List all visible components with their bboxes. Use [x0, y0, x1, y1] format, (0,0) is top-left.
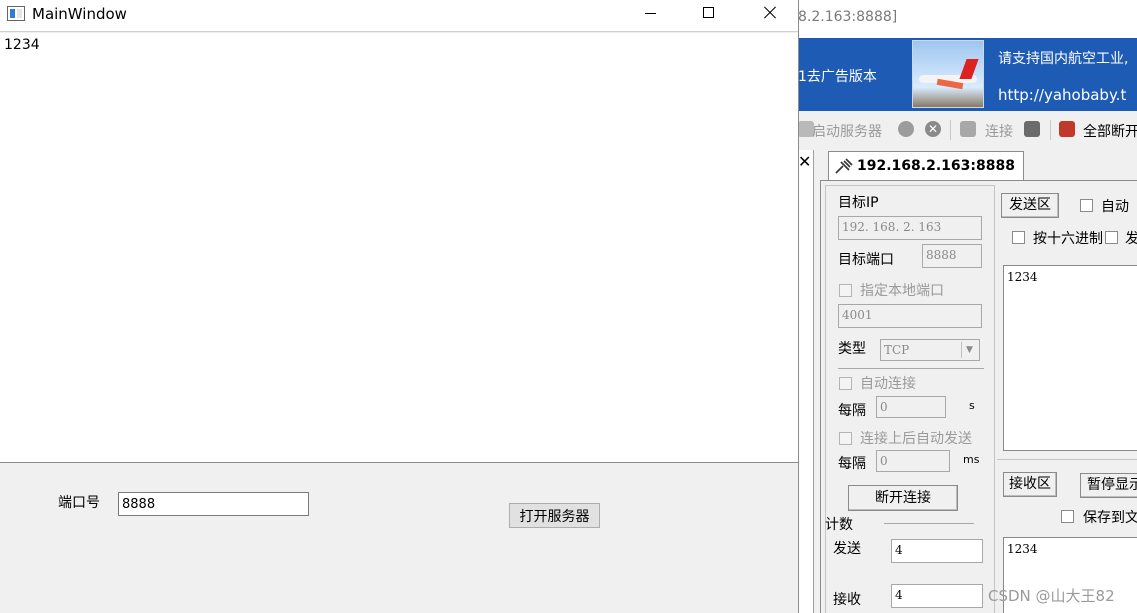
send-option-checkbox[interactable]	[1105, 231, 1118, 244]
interval-label: 每隔	[838, 403, 866, 419]
tab-label: 192.168.2.163:8888	[857, 158, 1015, 174]
title-bar[interactable]: MainWindow	[0, 0, 798, 32]
toolbar-divider	[1050, 120, 1051, 140]
divider	[884, 523, 974, 524]
auto-send-area-checkbox[interactable]	[1080, 199, 1093, 212]
plug-icon	[835, 158, 853, 174]
auto-connect-label: 自动连接	[860, 376, 916, 392]
target-ip-field[interactable]: 192. 168. 2. 163	[838, 216, 982, 240]
auto-send-label: 连接上后自动发送	[860, 431, 972, 447]
local-port-label: 指定本地端口	[860, 283, 944, 299]
divider	[838, 368, 984, 369]
close-button[interactable]	[740, 0, 798, 32]
window-title: MainWindow	[32, 5, 127, 23]
type-label: 类型	[838, 341, 866, 357]
local-port-field[interactable]: 4001	[838, 304, 982, 328]
port-label: 端口号	[58, 495, 100, 511]
port-input[interactable]	[118, 492, 309, 516]
send-count-label: 发送	[833, 541, 861, 557]
type-select-value: TCP	[884, 343, 910, 357]
ad-banner[interactable]: 1去广告版本 请支持国内航空工业, http://yahobaby.t	[798, 38, 1137, 111]
disconnect-button[interactable]: 断开连接	[848, 485, 958, 511]
interval-ms-field[interactable]: 0	[876, 450, 950, 472]
type-select[interactable]: TCP ▼	[880, 339, 980, 361]
ms-unit: ms	[963, 453, 980, 466]
save-to-file-label: 保存到文	[1083, 510, 1137, 526]
watermark: CSDN @山大王82	[988, 587, 1115, 605]
auto-send-area-label: 自动	[1101, 199, 1129, 215]
app-window-icon	[7, 6, 25, 21]
hex-label: 按十六进制	[1033, 231, 1103, 247]
divider	[997, 459, 1137, 460]
remove-ads-label[interactable]: 1去广告版本	[798, 66, 877, 86]
connection-panel: 目标IP 192. 168. 2. 163 目标端口 8888 指定本地端口 4…	[820, 180, 1137, 613]
tab-connection[interactable]: 192.168.2.163:8888	[828, 151, 1024, 181]
auto-connect-checkbox[interactable]	[839, 377, 852, 390]
send-option-label: 发	[1125, 231, 1137, 247]
connect-button[interactable]: 连接	[985, 121, 1013, 141]
airplane-image	[912, 40, 984, 108]
recv-area-button[interactable]: 接收区	[1003, 472, 1057, 497]
maximize-button[interactable]	[680, 0, 738, 32]
disconnect-all-button[interactable]: 全部断开	[1083, 121, 1137, 141]
seconds-unit: s	[969, 399, 975, 412]
start-server-button[interactable]: 启动服务器	[812, 121, 882, 141]
connection-tree-pane: ✕	[798, 150, 814, 613]
minimize-button[interactable]	[622, 0, 680, 32]
tool-window-title: 8.2.163:8888]	[798, 0, 1137, 38]
stop-icon[interactable]: ✕	[925, 121, 941, 137]
local-port-checkbox[interactable]	[839, 284, 852, 297]
send-area-button[interactable]: 发送区	[1001, 193, 1059, 218]
network-tool-window: 8.2.163:8888] 1去广告版本 请支持国内航空工业, http://y…	[798, 0, 1137, 613]
chevron-down-icon[interactable]: ▼	[961, 342, 977, 358]
target-port-field[interactable]: 8888	[922, 244, 982, 268]
network-icon[interactable]	[960, 121, 976, 137]
target-ip-label: 目标IP	[838, 195, 879, 211]
banner-support-text: 请支持国内航空工业,	[998, 51, 1129, 67]
recv-count-label: 接收	[833, 592, 861, 608]
auto-send-checkbox[interactable]	[839, 432, 852, 445]
received-text-area[interactable]: 1234	[0, 33, 798, 463]
save-to-file-checkbox[interactable]	[1061, 510, 1074, 523]
network-card-icon[interactable]	[1024, 121, 1040, 137]
pause-display-button[interactable]: 暂停显示	[1080, 473, 1137, 498]
users-icon[interactable]	[898, 121, 914, 137]
recv-count-field: 4	[891, 584, 983, 608]
send-count-field: 4	[891, 539, 983, 563]
open-server-button[interactable]: 打开服务器	[509, 503, 600, 528]
toolbar-divider	[950, 120, 951, 140]
target-port-label: 目标端口	[838, 252, 894, 268]
main-window: MainWindow 1234 端口号 打开服务器	[0, 0, 799, 613]
close-pane-icon[interactable]: ✕	[798, 152, 811, 171]
interval-label: 每隔	[838, 456, 866, 472]
send-textarea[interactable]: 1234	[1003, 265, 1137, 451]
tool-toolbar: 启动服务器 ✕ 连接 全部断开	[798, 116, 1137, 146]
disconnect-all-icon[interactable]	[1059, 121, 1075, 137]
hex-checkbox[interactable]	[1012, 231, 1025, 244]
count-label: 计数	[825, 517, 853, 533]
interval-seconds-field[interactable]: 0	[876, 396, 946, 418]
banner-url-link[interactable]: http://yahobaby.t	[998, 86, 1126, 104]
